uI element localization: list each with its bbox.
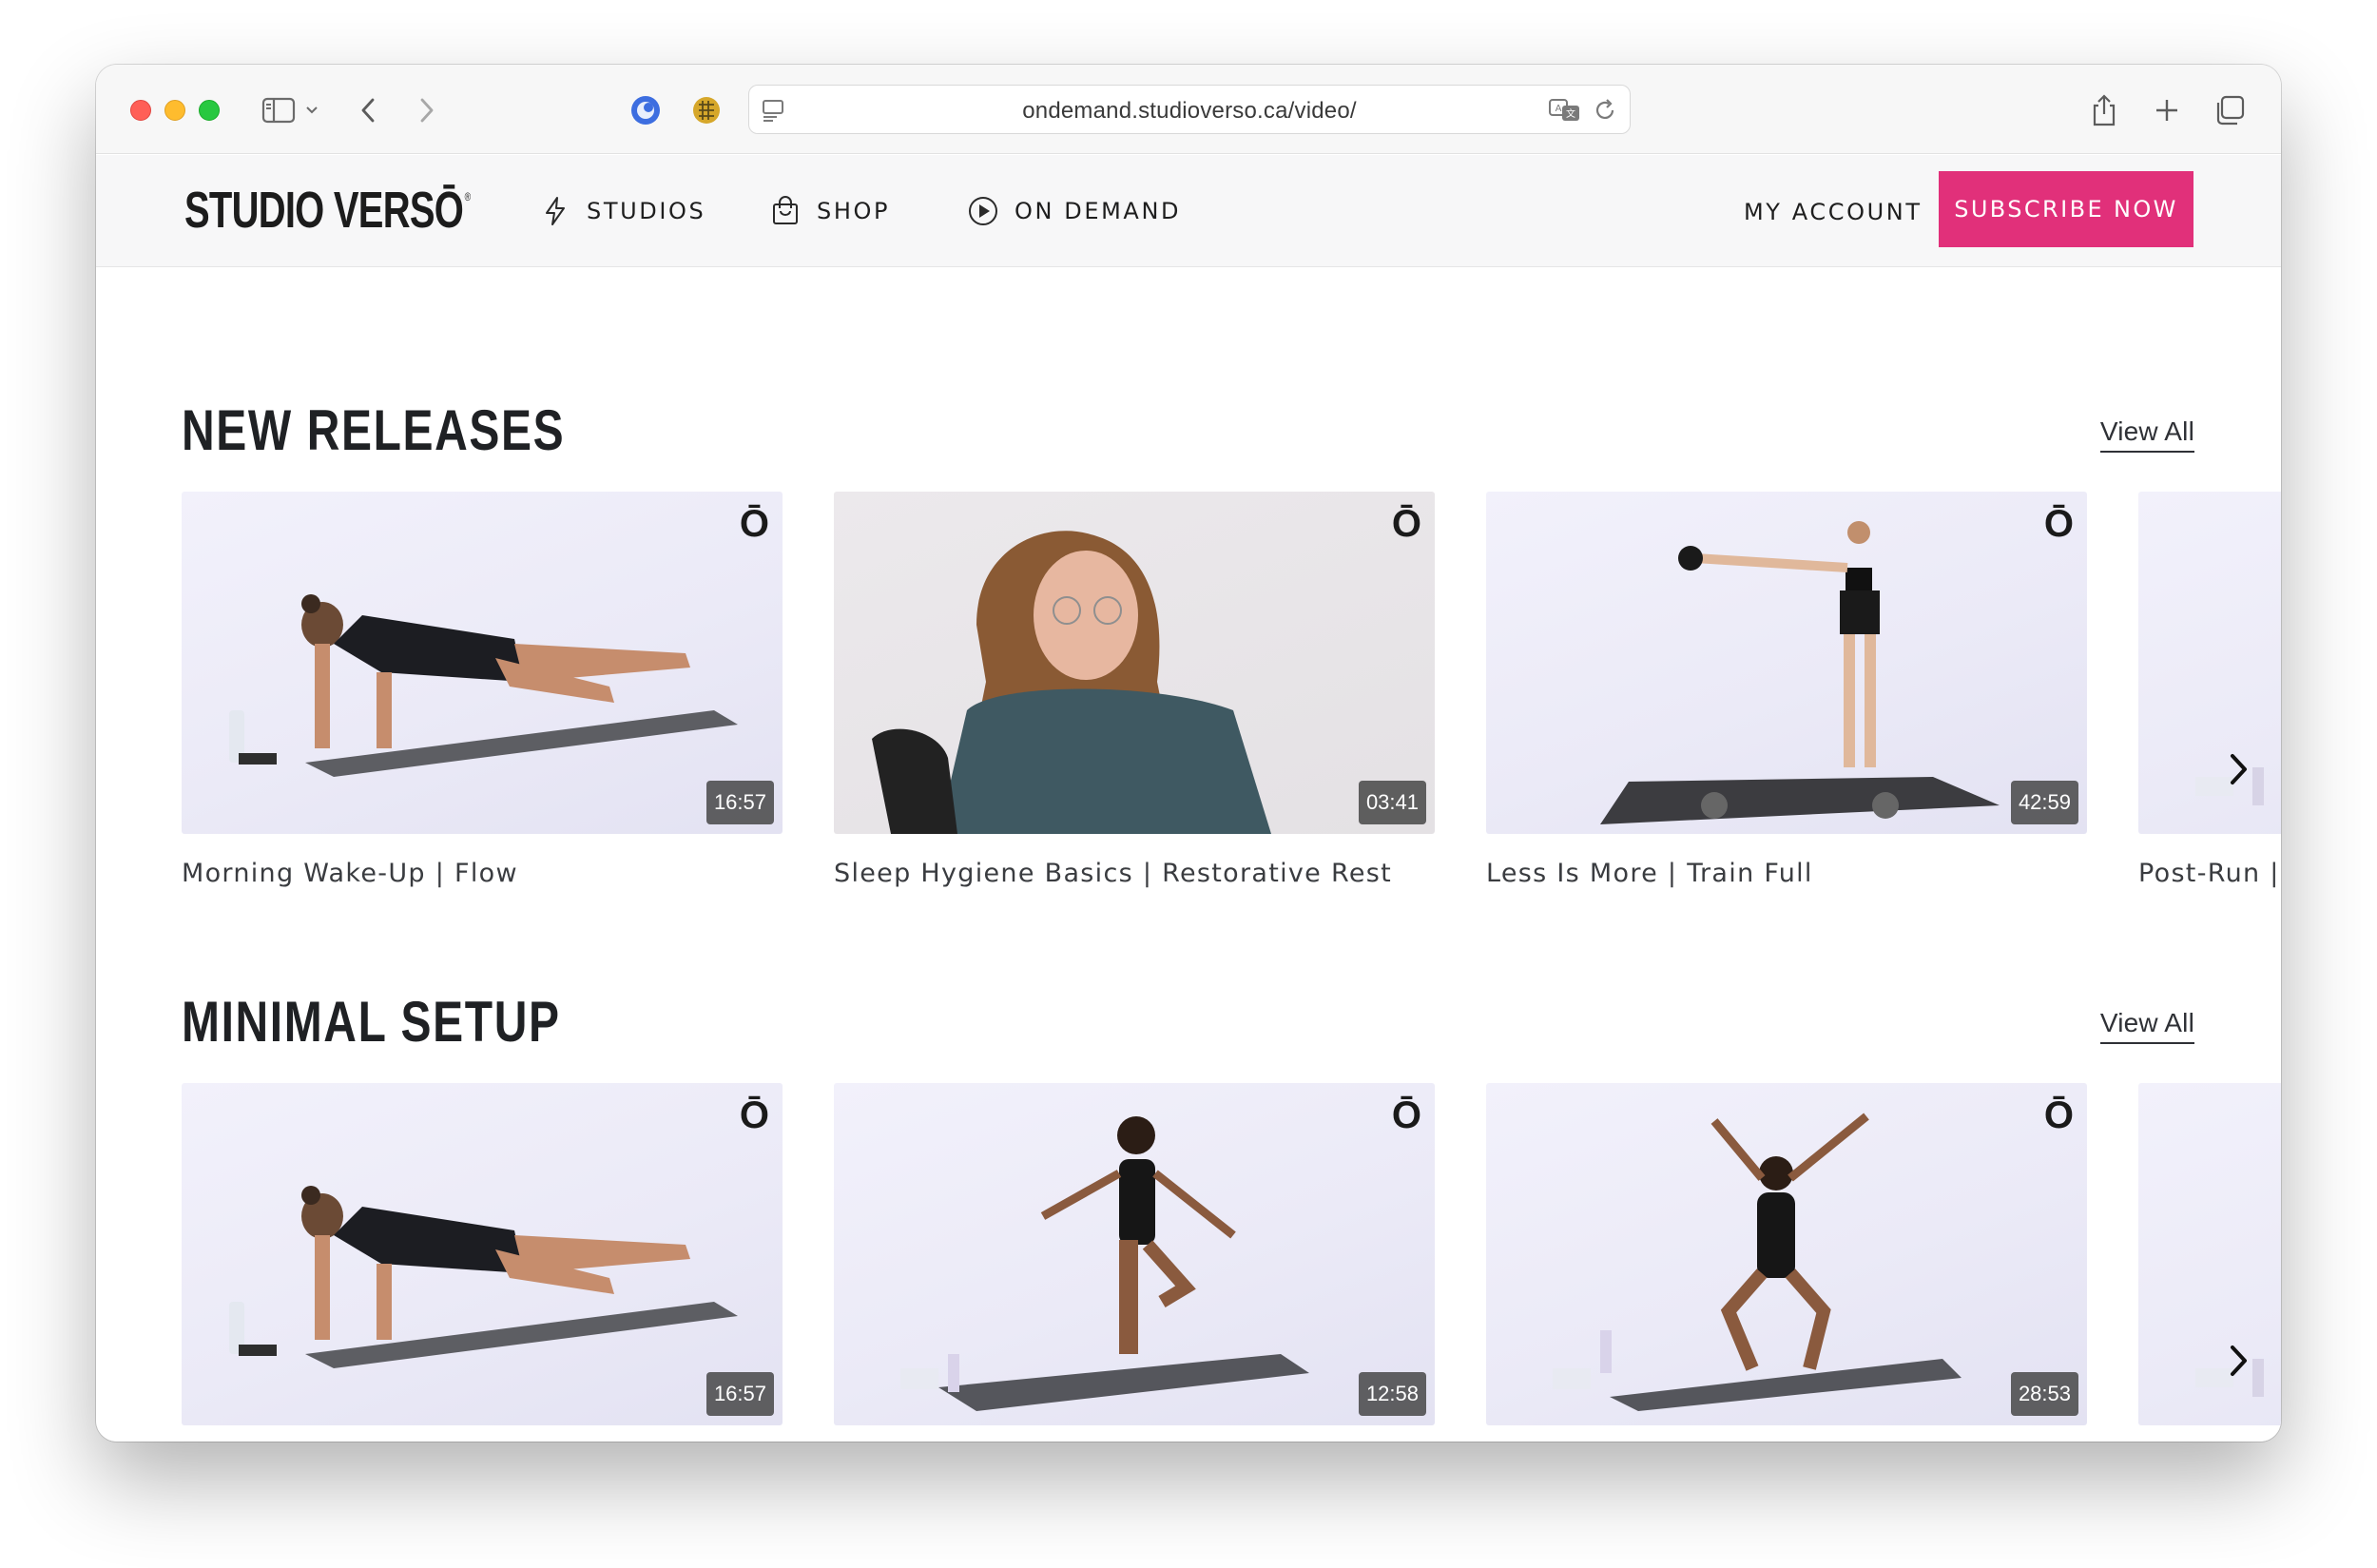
brand-mark: Ō <box>2043 1094 2074 1136</box>
video-thumbnail[interactable]: Ō 16:57 <box>182 1083 783 1425</box>
single-leg-balance-image <box>900 1116 1309 1411</box>
brand-mark: Ō <box>739 1094 769 1136</box>
tab-overview-icon[interactable] <box>2211 91 2249 129</box>
duration-badge: 42:59 <box>2010 781 2078 824</box>
video-title[interactable]: Sleep Hygiene Basics | Restorative Rest <box>834 859 1392 888</box>
video-thumbnail[interactable]: Ō 16:57 <box>182 492 783 834</box>
nav-item-studios[interactable]: STUDIOS <box>537 193 705 229</box>
brand-mark: Ō <box>2043 503 2074 545</box>
chevron-right-icon <box>2231 754 2247 784</box>
video-card[interactable]: Ō 03:41 Sleep Hygiene Basics | Restorati… <box>834 492 1435 888</box>
video-title[interactable]: Post-Run | C <box>2138 859 2281 888</box>
my-account-link[interactable]: MY ACCOUNT <box>1744 199 1923 225</box>
brand-mark: Ō <box>1391 503 1421 545</box>
duration-badge: 03:41 <box>1358 781 1426 824</box>
nav-label-studios: STUDIOS <box>587 198 706 224</box>
video-title[interactable]: Less Is More | Train Full <box>1486 859 1813 888</box>
view-all-minimal-setup-link[interactable]: View All <box>2099 1008 2194 1044</box>
nav-item-on-demand[interactable]: ON DEMAND <box>965 193 1181 229</box>
seated-portrait-image <box>872 531 1271 834</box>
duration-badge: 16:57 <box>705 781 774 824</box>
play-circle-icon <box>965 193 1001 229</box>
chevron-down-icon[interactable] <box>300 91 324 129</box>
subscribe-now-button[interactable]: SUBSCRIBE NOW <box>1939 171 2193 247</box>
nav-label-shop: SHOP <box>817 198 891 224</box>
video-thumbnail[interactable]: Ō 03:41 <box>834 492 1435 834</box>
forward-icon[interactable] <box>408 91 446 129</box>
video-card[interactable]: Ō 42:59 Less Is More | Train Full <box>1486 492 2087 888</box>
extension-icon[interactable] <box>627 91 665 129</box>
zoom-window-button[interactable] <box>199 100 220 121</box>
lightning-icon <box>537 193 573 229</box>
plank-pose-image <box>229 594 738 777</box>
video-thumbnail[interactable]: Ō 28:53 <box>1486 1083 2087 1425</box>
nav-item-shop[interactable]: SHOP <box>767 193 890 229</box>
browser-window: ondemand.studioverso.ca/video/ A文 STUDIO… <box>96 65 2281 1442</box>
svg-text:A: A <box>1556 104 1562 114</box>
duration-badge: 28:53 <box>2010 1372 2078 1416</box>
brand-mark: Ō <box>739 503 769 545</box>
video-thumbnail[interactable]: Ō 12:58 <box>834 1083 1435 1425</box>
video-thumbnail[interactable]: Ō 42:59 <box>1486 492 2087 834</box>
video-card[interactable]: Ō 28:53 <box>1486 1083 2087 1425</box>
video-card[interactable]: Ō 12:58 <box>834 1083 1435 1425</box>
section-title-minimal-setup: MINIMAL SETUP <box>182 990 561 1054</box>
carousel-next-button[interactable] <box>2216 746 2262 792</box>
main-content: NEW RELEASES View All Ō 16:57 Morning Wa… <box>96 268 2281 1442</box>
address-bar[interactable]: ondemand.studioverso.ca/video/ A文 <box>748 85 1631 134</box>
extension-2-icon[interactable] <box>687 91 725 129</box>
video-card[interactable]: Ō 16:57 <box>182 1083 783 1425</box>
nav-label-on-demand: ON DEMAND <box>1015 198 1182 224</box>
kettlebell-swing-image <box>1600 521 2000 824</box>
video-card[interactable]: Ō 16:57 Morning Wake-Up | Flow <box>182 492 783 888</box>
site-logo[interactable]: STUDIO VERSŌ® <box>184 182 472 239</box>
plank-pose-image <box>229 1186 738 1368</box>
svg-text:文: 文 <box>1566 107 1575 120</box>
site-header: STUDIO VERSŌ® STUDIOS SHOP ON DEMAND MY … <box>96 155 2281 267</box>
view-all-new-releases-link[interactable]: View All <box>2099 416 2194 453</box>
duration-badge: 16:57 <box>705 1372 774 1416</box>
logo-text: STUDIO VERSŌ <box>184 182 464 239</box>
shopping-bag-icon <box>767 193 803 229</box>
video-title[interactable]: Morning Wake-Up | Flow <box>182 859 518 888</box>
sidebar-toggle-icon[interactable] <box>260 91 298 129</box>
section-title-new-releases: NEW RELEASES <box>182 398 566 462</box>
close-window-button[interactable] <box>130 100 151 121</box>
brand-mark: Ō <box>1391 1094 1421 1136</box>
new-tab-icon[interactable] <box>2148 91 2186 129</box>
duration-badge: 12:58 <box>1358 1372 1426 1416</box>
squat-jump-image <box>1553 1113 1962 1411</box>
registered-mark: ® <box>464 190 472 203</box>
reload-icon[interactable] <box>1592 97 1618 128</box>
minimize-window-button[interactable] <box>164 100 185 121</box>
translate-icon[interactable]: A文 <box>1548 97 1582 128</box>
browser-toolbar: ondemand.studioverso.ca/video/ A文 <box>96 65 2281 154</box>
share-icon[interactable] <box>2085 91 2123 129</box>
chevron-right-icon <box>2231 1345 2247 1376</box>
carousel-next-button[interactable] <box>2216 1338 2262 1384</box>
back-icon[interactable] <box>349 91 387 129</box>
url-text: ondemand.studioverso.ca/video/ <box>1022 98 1357 124</box>
